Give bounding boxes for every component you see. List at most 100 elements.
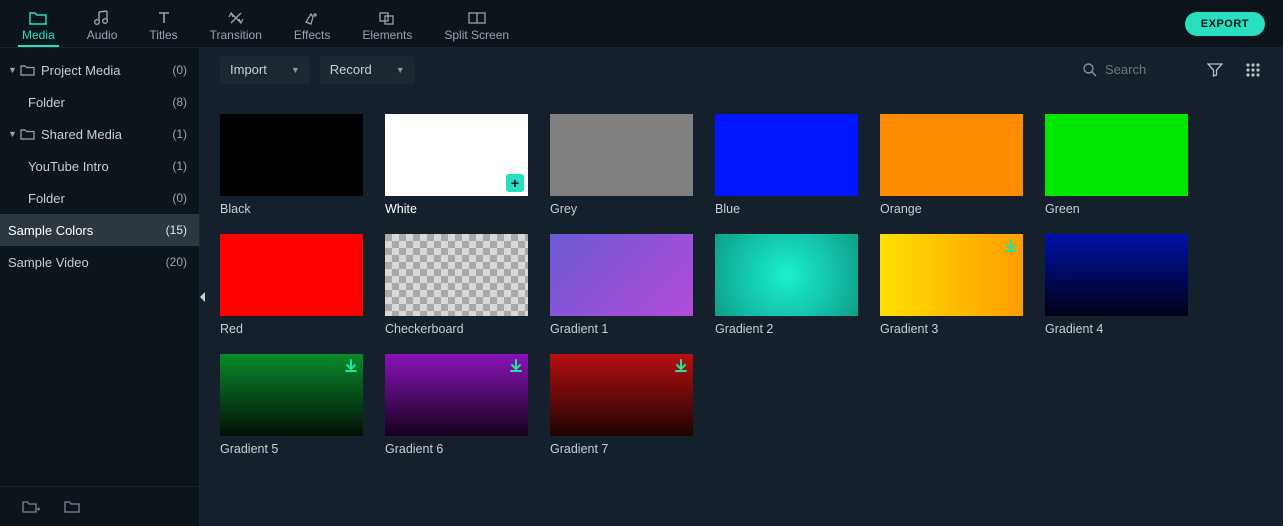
sidebar-item-project-media[interactable]: ▼Project Media(0) — [0, 54, 199, 86]
media-icon — [28, 10, 48, 26]
swatch-label: Gradient 3 — [880, 322, 1023, 336]
caret-down-icon: ▼ — [8, 65, 18, 75]
export-button[interactable]: EXPORT — [1185, 12, 1265, 36]
tab-label: Split Screen — [444, 28, 509, 42]
effects-icon — [303, 10, 321, 26]
swatch-grid: Black +WhiteGrey Blue Orange Green Red Checker… — [200, 92, 1283, 526]
swatch-gradient-4[interactable]: Gradient 4 — [1045, 234, 1188, 336]
sidebar-item-count: (8) — [172, 95, 187, 109]
search-icon — [1082, 62, 1097, 77]
import-dropdown[interactable]: Import ▼ — [220, 56, 310, 84]
folder-icon — [20, 64, 35, 76]
swatch-thumbnail — [220, 114, 363, 196]
swatch-thumbnail — [880, 114, 1023, 196]
new-folder-button[interactable] — [22, 500, 40, 514]
swatch-thumbnail — [550, 354, 693, 436]
grid-view-button[interactable] — [1239, 56, 1267, 84]
swatch-gradient-7[interactable]: Gradient 7 — [550, 354, 693, 456]
sidebar-item-sample-video[interactable]: Sample Video(20) — [0, 246, 199, 278]
folder-icon — [20, 128, 35, 140]
filter-button[interactable] — [1201, 56, 1229, 84]
swatch-label: Gradient 7 — [550, 442, 693, 456]
swatch-gradient-3[interactable]: Gradient 3 — [880, 234, 1023, 336]
add-icon[interactable]: + — [506, 174, 524, 192]
sidebar-item-count: (0) — [172, 191, 187, 205]
swatch-label: Gradient 6 — [385, 442, 528, 456]
sidebar-item-label: Sample Video — [8, 255, 166, 270]
audio-icon — [93, 10, 111, 26]
tab-label: Titles — [149, 28, 177, 42]
media-sidebar: ▼Project Media(0)Folder(8)▼Shared Media(… — [0, 48, 200, 526]
swatch-label: Red — [220, 322, 363, 336]
chevron-down-icon: ▼ — [396, 65, 405, 75]
swatch-gradient-1[interactable]: Gradient 1 — [550, 234, 693, 336]
swatch-label: Gradient 5 — [220, 442, 363, 456]
download-icon[interactable] — [1003, 238, 1019, 254]
sidebar-item-folder[interactable]: Folder(8) — [0, 86, 199, 118]
splitscreen-icon — [467, 10, 487, 26]
caret-down-icon: ▼ — [8, 129, 18, 139]
swatch-blue[interactable]: Blue — [715, 114, 858, 216]
swatch-thumbnail — [1045, 114, 1188, 196]
sidebar-collapse-handle[interactable] — [199, 287, 206, 307]
swatch-gradient-6[interactable]: Gradient 6 — [385, 354, 528, 456]
swatch-thumbnail — [385, 234, 528, 316]
sidebar-item-label: Sample Colors — [8, 223, 166, 238]
swatch-thumbnail — [220, 354, 363, 436]
swatch-label: Checkerboard — [385, 322, 528, 336]
sidebar-item-shared-media[interactable]: ▼ Shared Media(1) — [0, 118, 199, 150]
sidebar-item-count: (1) — [172, 127, 187, 141]
transition-icon — [227, 10, 245, 26]
folder-button[interactable] — [64, 500, 82, 514]
sidebar-item-count: (15) — [166, 223, 187, 237]
download-icon[interactable] — [508, 358, 524, 374]
swatch-orange[interactable]: Orange — [880, 114, 1023, 216]
titles-icon — [156, 10, 172, 26]
record-label: Record — [330, 62, 372, 77]
swatch-white[interactable]: +White — [385, 114, 528, 216]
swatch-gradient-2[interactable]: Gradient 2 — [715, 234, 858, 336]
swatch-checkerboard[interactable]: Checkerboard — [385, 234, 528, 336]
tab-titles[interactable]: Titles — [145, 0, 181, 47]
swatch-gradient-5[interactable]: Gradient 5 — [220, 354, 363, 456]
swatch-thumbnail — [715, 114, 858, 196]
swatch-label: Gradient 4 — [1045, 322, 1188, 336]
record-dropdown[interactable]: Record ▼ — [320, 56, 415, 84]
tab-splitscreen[interactable]: Split Screen — [440, 0, 513, 47]
tab-media[interactable]: Media — [18, 0, 59, 47]
tab-audio[interactable]: Audio — [83, 0, 122, 47]
swatch-red[interactable]: Red — [220, 234, 363, 336]
download-icon[interactable] — [343, 358, 359, 374]
swatch-thumbnail: + — [385, 114, 528, 196]
sidebar-item-count: (20) — [166, 255, 187, 269]
tab-label: Transition — [210, 28, 262, 42]
tab-effects[interactable]: Effects — [290, 0, 334, 47]
swatch-green[interactable]: Green — [1045, 114, 1188, 216]
import-label: Import — [230, 62, 267, 77]
swatch-grey[interactable]: Grey — [550, 114, 693, 216]
tab-elements[interactable]: Elements — [358, 0, 416, 47]
sidebar-item-label: YouTube Intro — [28, 159, 172, 174]
tab-transition[interactable]: Transition — [206, 0, 266, 47]
download-icon[interactable] — [673, 358, 689, 374]
swatch-thumbnail — [220, 234, 363, 316]
swatch-black[interactable]: Black — [220, 114, 363, 216]
sidebar-item-folder[interactable]: Folder(0) — [0, 182, 199, 214]
swatch-label: Black — [220, 202, 363, 216]
search-input[interactable] — [1105, 62, 1185, 77]
tab-label: Elements — [362, 28, 412, 42]
media-toolbar: Import ▼ Record ▼ — [200, 48, 1283, 92]
swatch-label: Orange — [880, 202, 1023, 216]
swatch-thumbnail — [385, 354, 528, 436]
swatch-thumbnail — [1045, 234, 1188, 316]
tab-label: Effects — [294, 28, 330, 42]
search-box[interactable] — [1076, 56, 1191, 84]
sidebar-item-count: (1) — [172, 159, 187, 173]
swatch-label: Gradient 1 — [550, 322, 693, 336]
sidebar-item-label: Shared Media — [41, 127, 172, 142]
swatch-label: Green — [1045, 202, 1188, 216]
sidebar-item-sample-colors[interactable]: Sample Colors(15) — [0, 214, 199, 246]
swatch-label: Blue — [715, 202, 858, 216]
sidebar-item-label: Folder — [28, 95, 172, 110]
sidebar-item-youtube-intro[interactable]: YouTube Intro(1) — [0, 150, 199, 182]
